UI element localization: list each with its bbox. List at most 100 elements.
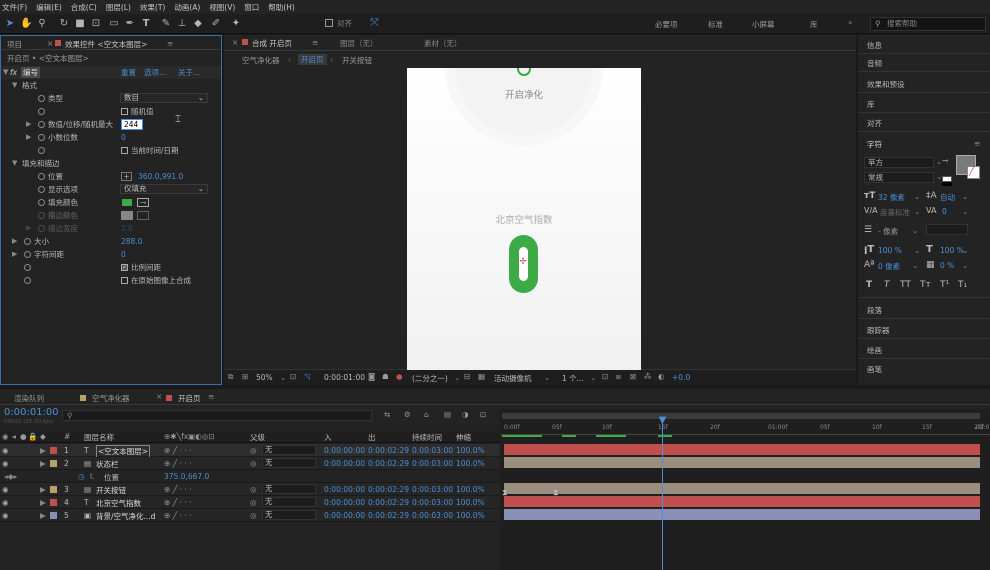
vertical-scale-value[interactable]: 100 %: [878, 246, 902, 255]
superscript-button[interactable]: T¹: [940, 280, 949, 290]
fx-name[interactable]: 编号: [21, 67, 40, 78]
options-link[interactable]: 选项...: [144, 66, 166, 79]
leading-value[interactable]: 自动: [940, 192, 955, 203]
decimals-value[interactable]: 0: [121, 131, 126, 144]
crosshair-icon[interactable]: +: [121, 172, 132, 181]
composition-canvas[interactable]: 开启净化 北京空气指数 ✢: [407, 68, 641, 370]
parent-dropdown[interactable]: 无: [262, 458, 316, 468]
layer-in-time[interactable]: 0:00:00:00: [324, 498, 365, 507]
stopwatch-icon[interactable]: [38, 199, 45, 206]
pickwhip-icon[interactable]: ◎: [250, 511, 257, 520]
font-size-value[interactable]: 32 像素: [878, 192, 905, 203]
timecode-display[interactable]: 0:00:01:00: [324, 373, 365, 382]
camera-dropdown[interactable]: 活动摄像机: [494, 373, 532, 384]
layer-out-time[interactable]: 0:00:02:29: [368, 498, 409, 507]
layer-switches[interactable]: ⊕ ╱ · · ·: [164, 498, 192, 507]
layer-stretch[interactable]: 100.0%: [456, 498, 485, 507]
menu-window[interactable]: 窗口: [244, 2, 259, 13]
display-dropdown[interactable]: 仅填充 ⌄: [120, 184, 208, 194]
workspace-essentials[interactable]: 必要项: [655, 19, 678, 30]
keyframe-icon[interactable]: ⧗: [502, 488, 508, 498]
show-snapshot-icon[interactable]: ☗: [382, 372, 389, 381]
menu-layer[interactable]: 图层(L): [106, 2, 131, 13]
kerning-value[interactable]: 度量标准: [880, 207, 910, 218]
layer-name[interactable]: 状态栏: [96, 459, 119, 470]
baseline-shift-value[interactable]: 0 像素: [878, 261, 900, 272]
exposure-reset-icon[interactable]: ◐: [658, 372, 665, 381]
layer-in-time[interactable]: 0:00:00:00: [324, 511, 365, 520]
panel-menu-icon[interactable]: ≡: [312, 38, 318, 47]
breadcrumb-item-3[interactable]: 开关按钮: [342, 55, 372, 66]
timeline-icon[interactable]: ⊠: [630, 372, 636, 381]
shy-layers-icon[interactable]: ⌂: [424, 410, 429, 419]
stopwatch-icon[interactable]: [38, 134, 45, 141]
fill-color-swatch[interactable]: [121, 198, 133, 207]
layer-in-time[interactable]: 0:00:00:00: [324, 446, 365, 455]
comp-mini-flowchart-icon[interactable]: ⇆: [384, 410, 390, 419]
pan-behind-tool-icon[interactable]: ⊡: [90, 17, 102, 30]
tracking-value[interactable]: 0: [942, 207, 947, 216]
layer-row[interactable]: ◉ ▶ 1 T <空文本图层> ⊕ ╱ · · · ◎ 无 0:00:00:00 0:00:02:…: [0, 444, 500, 458]
horizontal-scale-value[interactable]: 100 %: [940, 246, 964, 255]
layer-row[interactable]: ◉ ▶ 4 T 北京空气指数 ⊕ ╱ · · · ◎ 无 0:00:00:00 0:00:02:2…: [0, 496, 500, 509]
layer-duration[interactable]: 0:00:03:00: [412, 485, 453, 494]
layer-duration-bar[interactable]: [504, 509, 980, 520]
panel-menu-icon[interactable]: ≡: [974, 139, 980, 148]
parent-column[interactable]: 父级: [250, 432, 265, 443]
draft-3d-icon[interactable]: ⚙: [404, 410, 411, 419]
expand-triangle-icon[interactable]: ▼: [3, 66, 8, 79]
flowchart-icon[interactable]: ⁂: [644, 372, 652, 381]
title-safe-icon[interactable]: ⊡: [290, 372, 296, 381]
snap-icon[interactable]: ⤧: [370, 16, 379, 30]
layer-duration-bar[interactable]: [504, 483, 980, 494]
position-property-value[interactable]: 375.0,667.0: [164, 472, 209, 481]
current-time-checkbox[interactable]: [121, 147, 128, 154]
layer-name[interactable]: 北京空气指数: [96, 498, 141, 509]
duration-column[interactable]: 持续时间: [412, 432, 442, 443]
layer-row[interactable]: ◉ ▶ 5 ▣ 背景/空气净化...d ⊕ ╱ · · · ◎ 无 0:00:00:00 0:00…: [0, 509, 500, 522]
expand-triangle-icon[interactable]: ▶: [26, 222, 31, 235]
stopwatch-icon[interactable]: [38, 173, 45, 180]
parent-dropdown[interactable]: 无: [262, 484, 316, 494]
pickwhip-icon[interactable]: ◎: [250, 498, 257, 507]
align-checkbox[interactable]: [325, 19, 333, 27]
zoom-dropdown[interactable]: 50%: [256, 373, 273, 382]
tab-footage[interactable]: 素材（无）: [424, 38, 462, 49]
timeline-graph-area[interactable]: 0:00f05f10f15f20f01:00f05f10f15f20f02:0 …: [500, 409, 990, 570]
paint-panel-title[interactable]: 绘画: [867, 345, 882, 356]
expand-triangle-icon[interactable]: ▶: [40, 485, 46, 494]
toggle-pixel-aspect-icon[interactable]: ⊡: [602, 372, 608, 381]
fx-icon[interactable]: fx: [10, 66, 17, 79]
keyframe-icon[interactable]: ⧗: [553, 488, 559, 498]
menu-effect[interactable]: 效果(T): [140, 2, 165, 13]
tracker-panel-title[interactable]: 跟踪器: [867, 325, 890, 336]
info-panel-title[interactable]: 信息: [867, 40, 882, 51]
menu-edit[interactable]: 编辑(E): [36, 2, 62, 13]
layer-in-time[interactable]: 0:00:00:00: [324, 485, 365, 494]
layer-out-time[interactable]: 0:00:02:29: [368, 459, 409, 468]
pen-tool-icon[interactable]: ✒: [124, 17, 136, 30]
keyframe-nav-icon[interactable]: ◂◆▸: [4, 472, 17, 481]
menu-file[interactable]: 文件(F): [2, 2, 27, 13]
stroke-width-value[interactable]: 2.0: [121, 222, 133, 235]
work-area-bar[interactable]: [502, 413, 980, 419]
layer-stretch[interactable]: 100.0%: [456, 485, 485, 494]
stopwatch-icon[interactable]: ◷: [78, 472, 85, 481]
stroke-order-dropdown[interactable]: [926, 224, 968, 235]
eye-icon[interactable]: ◉: [2, 485, 9, 494]
parent-dropdown[interactable]: 无: [262, 497, 316, 507]
stroke-color-swatch[interactable]: [121, 211, 133, 220]
layer-name[interactable]: 背景/空气净化...d: [96, 511, 155, 522]
layer-search-input[interactable]: ⚲: [62, 410, 372, 421]
layer-row[interactable]: ◉ ▶ 2 ▤ 状态栏 ⊕ ╱ · · · ◎ 无 0:00:00:00 0:00:02:29 0:…: [0, 457, 500, 470]
workspace-libraries[interactable]: 库: [810, 19, 818, 30]
eye-icon[interactable]: ◉: [2, 446, 9, 455]
expand-triangle-icon[interactable]: ▶: [26, 118, 31, 131]
time-ruler[interactable]: [500, 421, 990, 435]
resolution-dropdown[interactable]: (二分之一): [412, 373, 448, 384]
expand-triangle-icon[interactable]: ▶: [40, 498, 46, 507]
faux-bold-button[interactable]: T: [866, 280, 872, 290]
purify-circle-button[interactable]: [455, 68, 593, 136]
layer-in-time[interactable]: 0:00:00:00: [324, 459, 365, 468]
anchor-point-icon[interactable]: ✢: [517, 255, 529, 269]
